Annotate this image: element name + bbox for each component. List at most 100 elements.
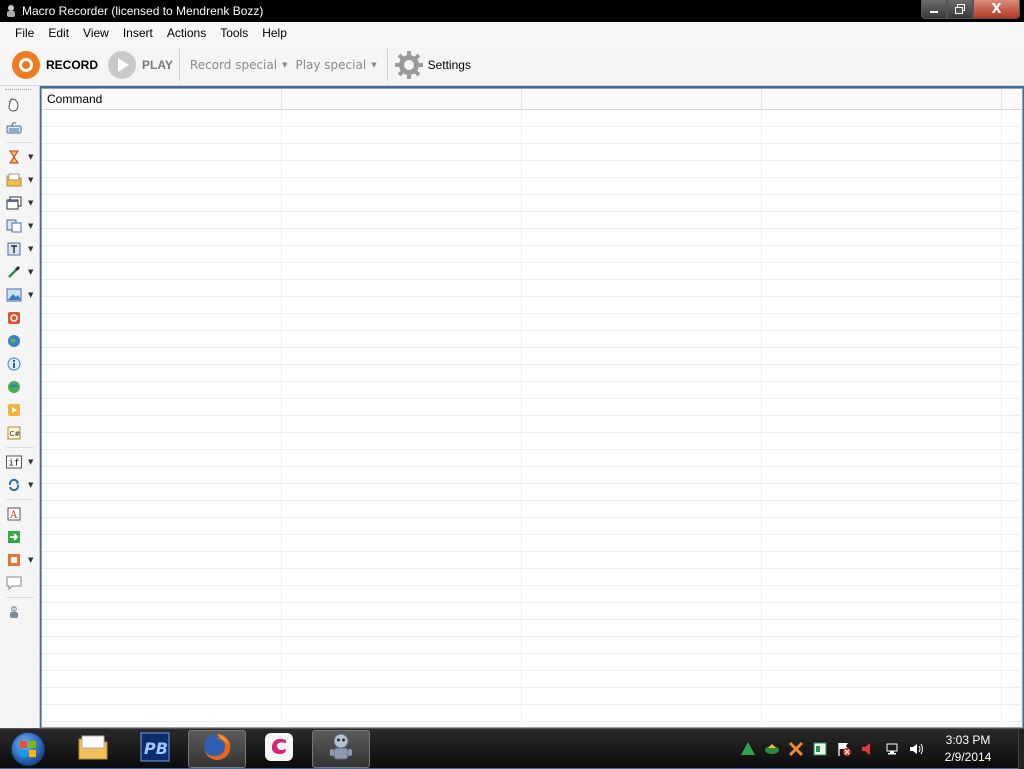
mouse-click-tool[interactable] [6,96,36,114]
table-cell[interactable] [1002,688,1022,704]
table-cell[interactable] [282,586,522,602]
table-cell[interactable] [522,365,762,381]
table-cell[interactable] [762,671,1002,687]
table-row[interactable] [42,705,1022,722]
table-row[interactable] [42,297,1022,314]
maximize-button[interactable] [947,0,973,19]
table-cell[interactable] [42,535,282,551]
table-cell[interactable] [762,348,1002,364]
menu-insert[interactable]: Insert [116,22,160,44]
table-cell[interactable] [1002,450,1022,466]
table-cell[interactable] [42,212,282,228]
table-cell[interactable] [282,688,522,704]
table-cell[interactable] [522,484,762,500]
table-cell[interactable] [522,399,762,415]
table-cell[interactable] [282,501,522,517]
table-row[interactable] [42,178,1022,195]
table-cell[interactable] [1002,280,1022,296]
table-cell[interactable] [282,705,522,721]
stop-tool[interactable] [6,309,36,327]
table-cell[interactable] [522,229,762,245]
table-cell[interactable] [42,603,282,619]
table-cell[interactable] [762,688,1002,704]
table-row[interactable] [42,688,1022,705]
internet-tool[interactable] [6,378,36,396]
table-cell[interactable] [522,178,762,194]
table-cell[interactable] [522,110,762,126]
table-row[interactable] [42,416,1022,433]
table-cell[interactable] [522,620,762,636]
table-row[interactable] [42,263,1022,280]
table-cell[interactable] [762,229,1002,245]
table-cell[interactable] [1002,314,1022,330]
keyboard-tool[interactable] [6,119,36,137]
table-cell[interactable] [282,365,522,381]
table-cell[interactable] [282,467,522,483]
label-tool[interactable]: A [6,505,36,523]
chevron-down-icon[interactable]: ▼ [28,268,33,276]
menu-help[interactable]: Help [255,22,294,44]
robot-tool[interactable] [6,603,36,621]
table-cell[interactable] [42,637,282,653]
table-row[interactable] [42,280,1022,297]
table-row[interactable] [42,637,1022,654]
explorer-task[interactable] [64,730,122,768]
table-cell[interactable] [762,484,1002,500]
table-cell[interactable] [762,501,1002,517]
table-cell[interactable] [762,297,1002,313]
table-cell[interactable] [762,416,1002,432]
table-cell[interactable] [522,212,762,228]
table-cell[interactable] [1002,637,1022,653]
clock[interactable]: 3:03 PM 2/9/2014 [936,732,1000,766]
table-cell[interactable] [1002,348,1022,364]
table-cell[interactable] [522,467,762,483]
macro-recorder-task[interactable] [312,729,370,768]
run-macro-tool[interactable] [6,401,36,419]
table-cell[interactable] [282,450,522,466]
table-cell[interactable] [42,467,282,483]
command-grid[interactable]: Command [41,88,1023,728]
table-cell[interactable] [1002,365,1022,381]
pixel-color-tool[interactable]: ▼ [6,263,36,281]
comment-tool[interactable] [6,574,36,592]
menu-tools[interactable]: Tools [213,22,255,44]
table-cell[interactable] [1002,569,1022,585]
table-cell[interactable] [1002,178,1022,194]
volume-icon[interactable] [907,740,925,758]
table-cell[interactable] [762,246,1002,262]
table-cell[interactable] [522,127,762,143]
record-button[interactable]: RECORD [12,48,98,82]
table-cell[interactable] [762,399,1002,415]
table-row[interactable] [42,331,1022,348]
toolstrip-grip[interactable] [5,89,31,90]
xampp-icon[interactable] [787,740,805,758]
table-cell[interactable] [762,110,1002,126]
table-cell[interactable] [42,195,282,211]
table-cell[interactable] [762,705,1002,721]
table-cell[interactable] [1002,654,1022,670]
table-cell[interactable] [762,603,1002,619]
table-cell[interactable] [42,671,282,687]
table-cell[interactable] [1002,552,1022,568]
table-row[interactable] [42,450,1022,467]
table-cell[interactable] [762,365,1002,381]
table-cell[interactable] [762,535,1002,551]
table-row[interactable] [42,620,1022,637]
table-cell[interactable] [42,314,282,330]
table-cell[interactable] [282,144,522,160]
table-cell[interactable] [1002,246,1022,262]
table-row[interactable] [42,569,1022,586]
table-cell[interactable] [282,637,522,653]
column-header-command[interactable]: Command [42,89,282,110]
table-cell[interactable] [42,178,282,194]
table-cell[interactable] [1002,110,1022,126]
table-cell[interactable] [522,297,762,313]
table-cell[interactable] [522,246,762,262]
table-row[interactable] [42,671,1022,688]
table-cell[interactable] [282,331,522,347]
chevron-down-icon[interactable]: ▼ [28,176,33,184]
table-cell[interactable] [522,416,762,432]
table-cell[interactable] [1002,195,1022,211]
loop-tool[interactable]: ▼ [6,476,36,494]
table-cell[interactable] [42,654,282,670]
